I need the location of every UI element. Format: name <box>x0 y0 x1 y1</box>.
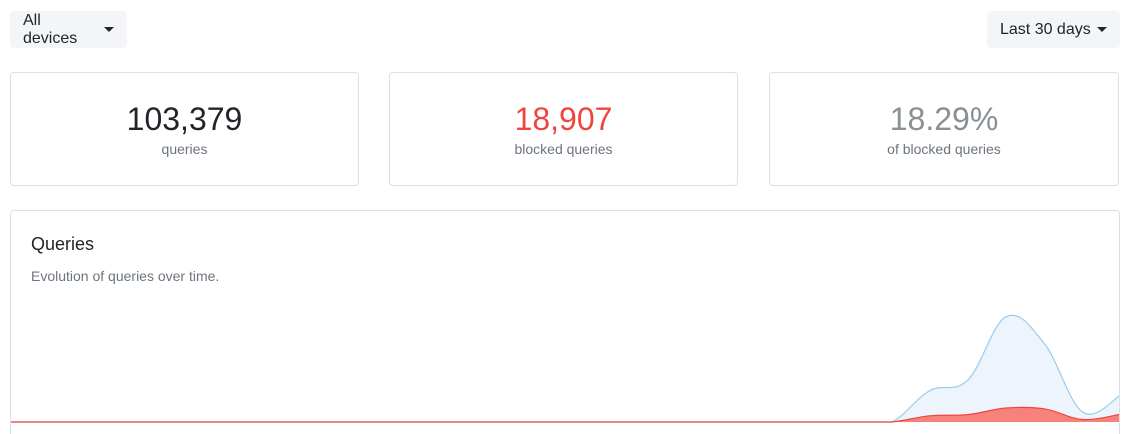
queries-count: 103,379 <box>126 101 243 137</box>
devices-dropdown-label: All devices <box>23 11 78 47</box>
devices-dropdown[interactable]: All devices <box>10 11 127 48</box>
date-range-dropdown[interactable]: Last 30 days <box>987 11 1120 48</box>
queries-series-area <box>11 315 1119 422</box>
blocked-queries-stat-card: 18,907 blocked queries <box>389 72 738 186</box>
blocked-percentage-stat-card: 18.29% of blocked queries <box>769 72 1119 186</box>
queries-chart-card: Queries Evolution of queries over time. <box>10 210 1120 434</box>
queries-stat-card: 103,379 queries <box>10 72 359 186</box>
blocked-queries-caption: blocked queries <box>514 141 613 157</box>
caret-down-icon <box>1096 27 1107 32</box>
date-range-dropdown-label: Last 30 days <box>1000 20 1091 38</box>
blocked-percentage-value: 18.29% <box>889 101 999 137</box>
queries-caption: queries <box>161 141 208 157</box>
blocked-percentage-caption: of blocked queries <box>887 141 1001 157</box>
blocked-queries-count: 18,907 <box>514 101 613 137</box>
queries-area-chart <box>11 314 1119 423</box>
caret-down-icon <box>104 27 114 32</box>
dashboard-page: All devices Last 30 days 103,379 queries… <box>0 0 1131 434</box>
